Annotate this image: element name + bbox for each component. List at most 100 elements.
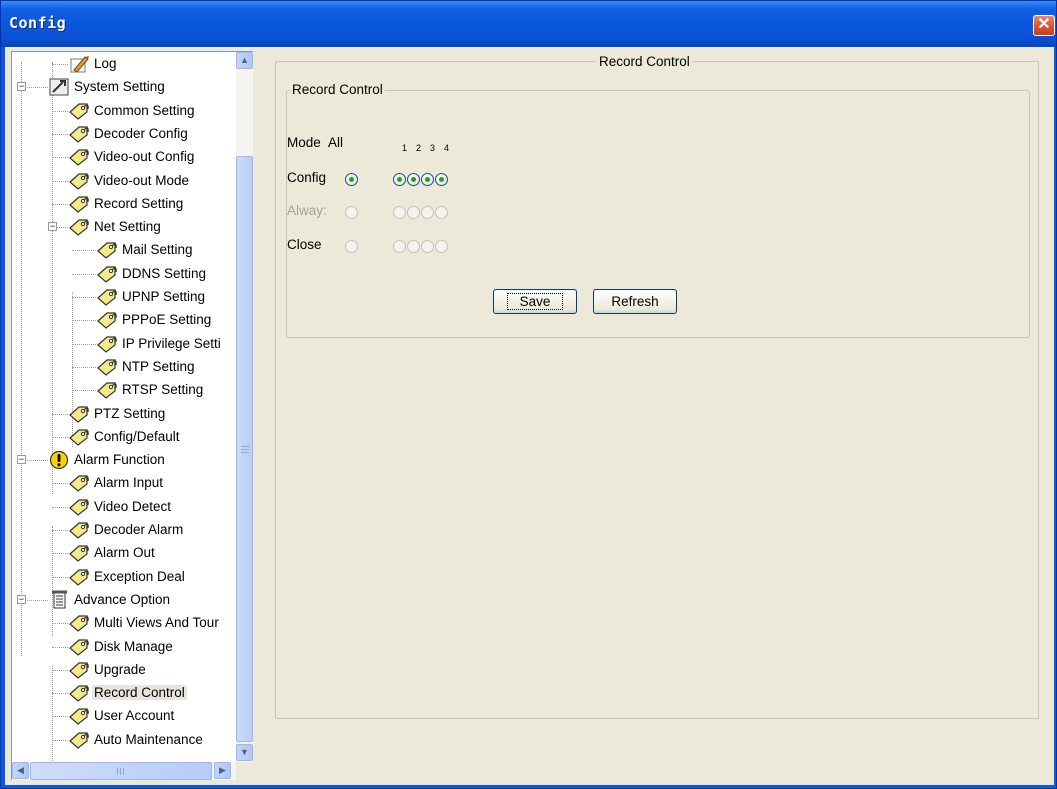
tree-content: Log − System Setting Common Setting Decoder … (12, 52, 236, 762)
config-item-icon (68, 427, 90, 447)
tree-item[interactable]: NTP Setting (12, 356, 236, 379)
tree-item[interactable]: − Advance Option (12, 589, 236, 612)
tree-item-label: Alarm Input (94, 475, 164, 491)
tree-item[interactable]: Alarm Out (12, 542, 236, 565)
tree-item[interactable]: Disk Manage (12, 636, 236, 659)
close-all-radio[interactable] (345, 240, 358, 253)
close-channel-4-radio[interactable] (435, 240, 448, 253)
config-row-label: Config (287, 170, 327, 185)
tree-item[interactable]: Multi Views And Tour (12, 612, 236, 635)
refresh-button-label: Refresh (611, 293, 659, 309)
tree-item[interactable]: PPPoE Setting (12, 309, 236, 332)
always-channel-3-radio[interactable] (421, 206, 434, 219)
channel-3-label: 3 (430, 143, 436, 153)
config-item-icon-graphic (69, 545, 89, 563)
all-column-label: All (328, 135, 344, 150)
close-channel-1-radio[interactable] (393, 240, 406, 253)
tree-item[interactable]: Alarm Input (12, 472, 236, 495)
close-button[interactable]: ✕ (1033, 15, 1055, 36)
tree-item[interactable]: Exception Deal (12, 566, 236, 589)
collapse-toggle-icon[interactable]: − (17, 455, 26, 465)
tree-item[interactable]: IP Privilege Setti (12, 333, 236, 356)
tree-item[interactable]: Log (12, 53, 236, 76)
config-item-icon (68, 194, 90, 214)
config-channel-1-radio[interactable] (393, 173, 406, 186)
config-channel-4-radio[interactable] (435, 173, 448, 186)
tree-connector-line (52, 180, 68, 182)
tree-item[interactable]: − Alarm Function (12, 449, 236, 472)
tree-connector-line (52, 133, 68, 135)
config-item-icon-graphic (69, 615, 89, 632)
close-channel-3-radio[interactable] (421, 240, 434, 253)
config-item-icon (68, 637, 90, 657)
tree-item[interactable]: Common Setting (12, 100, 236, 123)
tree-item[interactable]: RTSP Setting (12, 379, 236, 402)
tree-item-label: Log (94, 56, 117, 71)
config-item-icon (68, 567, 90, 587)
tree-item[interactable]: Mail Setting (12, 239, 236, 262)
tree-connector-line (52, 436, 68, 438)
tree-item[interactable]: Video-out Config (12, 146, 236, 169)
scroll-right-button[interactable]: ▶ (214, 762, 231, 779)
tree-connector-line (72, 366, 96, 368)
tree-item[interactable]: PTZ Setting (12, 403, 236, 426)
tree-connector-line (72, 273, 96, 275)
record-control-group: Record Control Record Control Mode All 1… (275, 54, 1039, 719)
tree-item[interactable]: Upgrade (12, 659, 236, 682)
always-channel-1-radio[interactable] (393, 206, 406, 219)
tree-connector-line (72, 297, 96, 298)
scroll-up-button[interactable]: ▲ (236, 52, 253, 69)
tree-item[interactable]: DDNS Setting (12, 263, 236, 286)
config-item-icon (96, 334, 118, 354)
record-control-inner-group: Record Control Mode All 1 2 3 4 Config A… (286, 82, 1030, 338)
config-item-icon-graphic (69, 638, 89, 656)
title-bar[interactable]: Config ✕ (1, 1, 1056, 47)
system-setting-icon (48, 77, 70, 97)
tree-item[interactable]: User Account (12, 705, 236, 728)
config-all-radio[interactable] (345, 173, 358, 186)
config-item-icon (68, 520, 90, 540)
config-tree: Log − System Setting Common Setting Decoder … (11, 51, 253, 780)
always-channel-4-radio[interactable] (435, 206, 448, 219)
scroll-thumb[interactable] (236, 156, 253, 742)
tree-vertical-scrollbar[interactable]: ▲ ▼ (236, 52, 253, 762)
close-channel-2-radio[interactable] (407, 240, 420, 253)
always-row-label: Alway: (287, 203, 327, 218)
tree-item[interactable]: Record Control (12, 682, 236, 705)
tree-item-label: UPNP Setting (122, 289, 206, 304)
refresh-button[interactable]: Refresh (593, 289, 677, 314)
collapse-toggle-icon[interactable]: − (17, 594, 26, 604)
tree-item[interactable]: Video-out Mode (12, 170, 236, 193)
tree-connector-line (52, 693, 68, 695)
tree-item-label: Decoder Alarm (94, 522, 184, 537)
config-item-icon-graphic (69, 172, 89, 190)
tree-item[interactable]: Config/Default (12, 426, 236, 449)
tree-connector-line (52, 157, 68, 159)
horizontal-scroll-thumb[interactable] (30, 762, 212, 780)
tree-connector-line (52, 623, 68, 625)
tree-item[interactable]: Decoder Config (12, 123, 236, 146)
tree-item[interactable]: Auto Maintenance (12, 729, 236, 752)
collapse-toggle-icon[interactable]: − (48, 222, 57, 232)
config-channel-3-radio[interactable] (421, 173, 434, 186)
tree-item[interactable]: Video Detect (12, 496, 236, 519)
tree-item[interactable]: UPNP Setting (12, 286, 236, 309)
tree-item[interactable]: − System Setting (12, 76, 236, 99)
tree-item[interactable]: Decoder Alarm (12, 519, 236, 542)
config-item-icon (96, 264, 118, 284)
tree-item-label: Video Detect (94, 498, 172, 514)
save-button[interactable]: Save (493, 289, 577, 314)
collapse-toggle-icon[interactable]: − (17, 82, 26, 92)
scroll-down-button[interactable]: ▼ (236, 744, 253, 761)
config-item-icon-graphic (97, 266, 117, 283)
tree-horizontal-scrollbar[interactable]: ◀ ▶ (12, 762, 253, 780)
tree-item-label: System Setting (74, 79, 165, 95)
always-all-radio[interactable] (345, 206, 358, 219)
config-item-icon-graphic (69, 475, 89, 493)
always-channel-2-radio[interactable] (407, 206, 420, 219)
tree-item[interactable]: Record Setting (12, 193, 236, 216)
scroll-left-button[interactable]: ◀ (12, 762, 29, 779)
tree-item[interactable]: − Net Setting (12, 216, 236, 239)
config-item-icon (96, 357, 118, 377)
config-channel-2-radio[interactable] (407, 173, 420, 186)
